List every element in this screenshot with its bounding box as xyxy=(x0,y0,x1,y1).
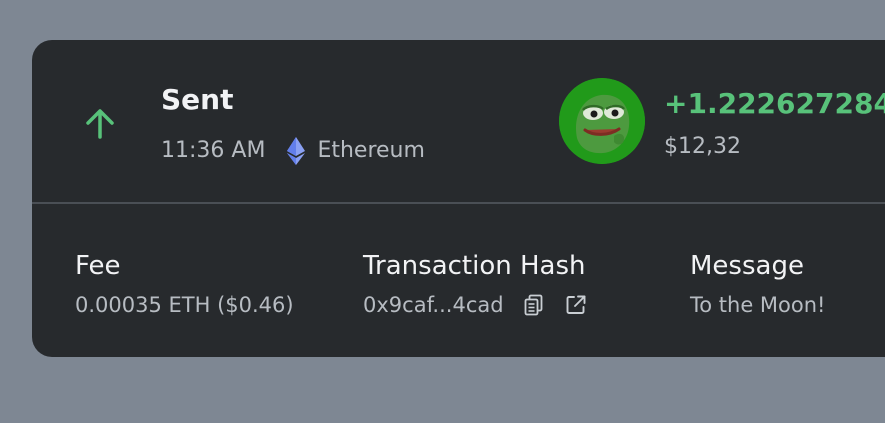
message-label: Message xyxy=(690,251,804,281)
transaction-meta: 11:36 AM Ethereum xyxy=(161,136,425,166)
message-detail: Message To the Moon! xyxy=(690,248,825,320)
network-name: Ethereum xyxy=(317,138,425,163)
transaction-fiat-value: $12,32 xyxy=(664,134,741,159)
ethereum-icon xyxy=(287,137,306,165)
message-value: To the Moon! xyxy=(690,293,826,317)
hash-label: Transaction Hash xyxy=(363,251,586,281)
fee-detail: Fee 0.00035 ETH ($0.46) xyxy=(75,248,294,320)
transaction-header: Sent 11:36 AM Ethereum +1.222627284 $12,… xyxy=(32,40,885,204)
hash-row: 0x9caf...4cad xyxy=(363,290,588,320)
pepe-token-icon xyxy=(559,78,645,164)
hash-detail: Transaction Hash 0x9caf...4cad xyxy=(363,248,588,320)
transaction-amount: +1.222627284 xyxy=(664,87,885,120)
arrow-up-icon xyxy=(86,109,114,139)
transaction-type: Sent xyxy=(161,83,234,116)
fee-label: Fee xyxy=(75,251,121,281)
hash-value: 0x9caf...4cad xyxy=(363,293,504,317)
transaction-card: Sent 11:36 AM Ethereum +1.222627284 $12,… xyxy=(32,40,885,357)
copy-icon[interactable] xyxy=(522,293,546,317)
transaction-details: Fee 0.00035 ETH ($0.46) Transaction Hash… xyxy=(32,204,885,357)
external-link-icon[interactable] xyxy=(564,293,588,317)
fee-value: 0.00035 ETH ($0.46) xyxy=(75,293,294,317)
transaction-time: 11:36 AM xyxy=(161,138,266,163)
